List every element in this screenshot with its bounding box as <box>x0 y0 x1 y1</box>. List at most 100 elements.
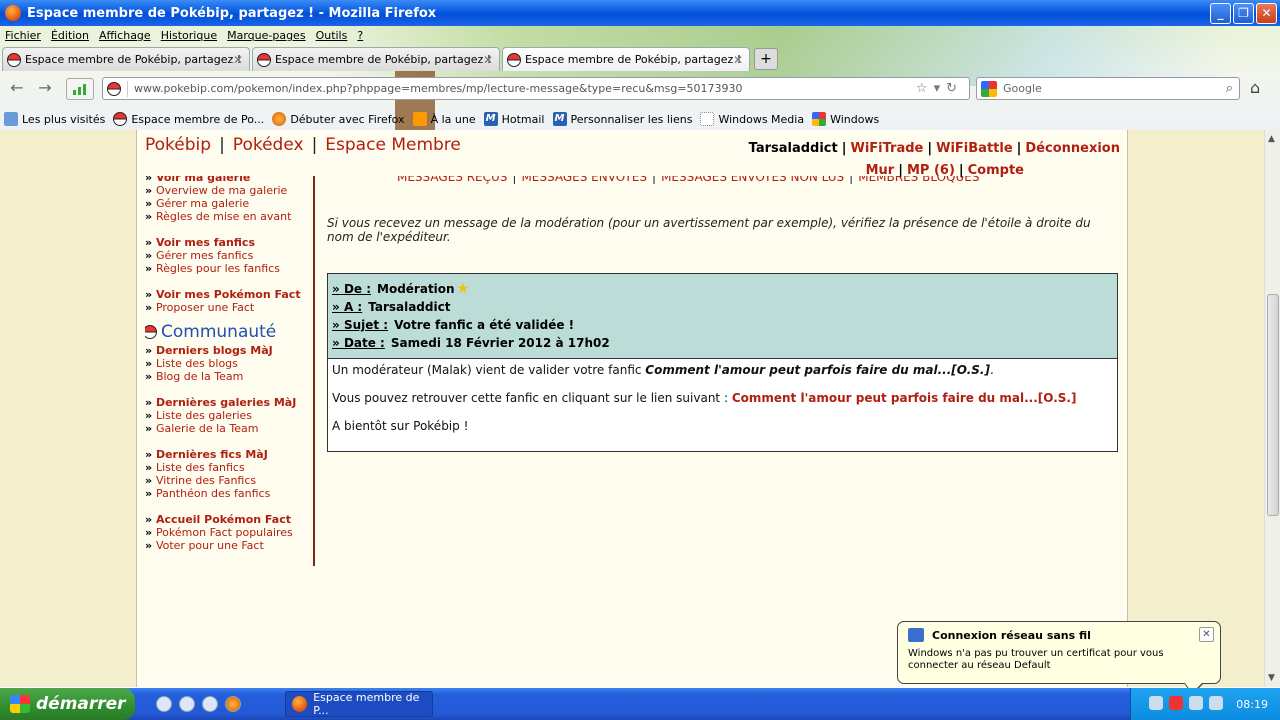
desktop-icon[interactable] <box>179 696 195 712</box>
pokeball-icon <box>507 52 521 67</box>
search-icon[interactable]: ⌕ <box>1226 81 1233 96</box>
sidebar-item[interactable]: Gérer mes fanfics <box>145 249 313 262</box>
url-bar[interactable]: www.pokebip.com/pokemon/index.php?phppag… <box>102 77 970 100</box>
close-tab-icon[interactable]: ✕ <box>483 53 493 67</box>
forward-button[interactable]: → <box>34 78 56 100</box>
menu-edition[interactable]: Édition <box>46 29 94 47</box>
bookmark-debuter-firefox[interactable]: Débuter avec Firefox <box>272 112 405 126</box>
sidebar-item[interactable]: Gérer ma galerie <box>145 197 313 210</box>
start-button[interactable]: démarrer <box>0 688 135 720</box>
sidebar-item[interactable]: Vitrine des Fanfics <box>145 474 313 487</box>
close-window-button[interactable]: ✕ <box>1256 3 1277 24</box>
bookmark-personnaliser[interactable]: M Personnaliser les liens <box>552 112 692 126</box>
nav-pokedex[interactable]: Pokédex <box>233 135 304 155</box>
tab-membres-bloques[interactable]: MEMBRES BLOQUÉS <box>858 176 979 184</box>
message-tabs: MESSAGES REÇUS | MESSAGES ENVOYÉS | MESSAGES… <box>397 176 979 188</box>
scroll-down-icon[interactable]: ▼ <box>1268 673 1275 683</box>
message-content: Si vous recevez un message de la modérat… <box>327 216 1118 452</box>
menu-affichage[interactable]: Affichage <box>94 29 156 47</box>
menu-help[interactable]: ? <box>352 29 368 47</box>
tab-messages-envoyes[interactable]: MESSAGES ENVOYÉS <box>521 176 647 184</box>
ie-icon[interactable] <box>156 696 172 712</box>
windows-icon <box>812 112 827 126</box>
scroll-thumb[interactable] <box>1267 294 1279 516</box>
tray-network-icon[interactable] <box>1189 696 1203 710</box>
tab-messages-non-lus[interactable]: MESSAGES ENVOYÉS NON LUS <box>661 176 844 184</box>
sidebar-item[interactable]: Panthéon des fanfics <box>145 487 313 500</box>
nav-pokebip[interactable]: Pokébip <box>145 135 211 155</box>
sidebar-item[interactable]: Voter pour une Fact <box>145 539 313 552</box>
bookmark-a-la-une[interactable]: À la une <box>412 112 476 126</box>
media-player-icon[interactable] <box>202 696 218 712</box>
menu-outils[interactable]: Outils <box>311 29 353 47</box>
network-notification-balloon[interactable]: Connexion réseau sans fil Windows n'a pa… <box>897 621 1221 695</box>
username[interactable]: Tarsaladdict <box>749 141 838 156</box>
tray-security-icon[interactable] <box>1169 696 1183 710</box>
bookmark-windows-media[interactable]: Windows Media <box>700 112 804 126</box>
to-value[interactable]: Tarsaladdict <box>368 300 450 314</box>
new-tab-button[interactable]: + <box>754 48 778 70</box>
pokeball-icon <box>113 112 128 126</box>
taskbar: démarrer Espace membre de P... 08:19 <box>0 688 1280 720</box>
system-tray: 08:19 <box>1130 688 1280 720</box>
menu-historique[interactable]: Historique <box>156 29 222 47</box>
signal-icon[interactable] <box>66 78 94 100</box>
sidebar-item[interactable]: Proposer une Fact <box>145 301 313 314</box>
tab-messages-recus[interactable]: MESSAGES REÇUS <box>397 176 507 184</box>
firefox-icon[interactable] <box>225 696 241 712</box>
navigation-toolbar: ← → www.pokebip.com/pokemon/index.php?ph… <box>0 75 1280 103</box>
nav-espace-membre[interactable]: Espace Membre <box>325 135 461 155</box>
balloon-title: Connexion réseau sans fil <box>932 628 1091 642</box>
search-box[interactable]: Google ⌕ <box>976 77 1240 100</box>
sidebar-item[interactable]: Galerie de la Team <box>145 422 313 435</box>
sidebar-item[interactable]: Liste des fanfics <box>145 461 313 474</box>
bookmark-espace-membre[interactable]: Espace membre de Po... <box>113 112 264 126</box>
scroll-up-icon[interactable]: ▲ <box>1268 134 1275 144</box>
browser-tab-active[interactable]: Espace membre de Pokébip, partagez ! ✕ <box>502 47 750 71</box>
back-button[interactable]: ← <box>6 78 28 100</box>
minimize-button[interactable]: _ <box>1210 3 1231 24</box>
firefox-icon <box>5 5 21 21</box>
close-balloon-icon[interactable]: ✕ <box>1199 627 1214 642</box>
google-icon[interactable] <box>981 80 997 97</box>
bookmark-windows[interactable]: Windows <box>812 112 879 126</box>
sidebar-item[interactable]: Overview de ma galerie <box>145 184 313 197</box>
sidebar-item[interactable]: Derniers blogs MàJ <box>145 344 313 357</box>
home-icon[interactable]: ⌂ <box>1250 78 1260 97</box>
bookmark-most-visited[interactable]: Les plus visités <box>4 112 105 126</box>
sidebar-item[interactable]: Accueil Pokémon Fact <box>145 513 313 526</box>
sidebar-item[interactable]: Règles de mise en avant <box>145 210 313 223</box>
menu-fichier[interactable]: Fichier <box>0 29 46 47</box>
close-tab-icon[interactable]: ✕ <box>233 53 243 67</box>
link-wifitrade[interactable]: WiFiTrade <box>850 141 923 156</box>
page-icon <box>700 112 715 126</box>
sidebar-item[interactable]: Pokémon Fact populaires <box>145 526 313 539</box>
sidebar-item[interactable]: Liste des galeries <box>145 409 313 422</box>
sidebar: Voir ma galerie Overview de ma galerie G… <box>145 176 315 566</box>
sidebar-item[interactable]: Voir ma galerie <box>145 176 313 184</box>
sidebar-item[interactable]: Voir mes fanfics <box>145 236 313 249</box>
taskbar-firefox-item[interactable]: Espace membre de P... <box>285 691 433 717</box>
sidebar-item[interactable]: Liste des blogs <box>145 357 313 370</box>
sidebar-item[interactable]: Dernières fics MàJ <box>145 448 313 461</box>
from-value[interactable]: Modération <box>377 282 455 296</box>
menu-marque-pages[interactable]: Marque-pages <box>222 29 310 47</box>
bookmark-hotmail[interactable]: M Hotmail <box>483 112 545 126</box>
folder-icon <box>4 112 18 126</box>
sidebar-item[interactable]: Blog de la Team <box>145 370 313 383</box>
tray-wireless-icon[interactable] <box>1209 696 1223 710</box>
fanfic-link[interactable]: Comment l'amour peut parfois faire du ma… <box>732 391 1077 405</box>
msn-icon: M <box>552 112 567 126</box>
sidebar-item[interactable]: Dernières galeries MàJ <box>145 396 313 409</box>
tray-expand-icon[interactable] <box>1149 696 1163 710</box>
maximize-button[interactable]: ❐ <box>1233 3 1254 24</box>
link-wifibattle[interactable]: WiFiBattle <box>936 141 1013 156</box>
link-deconnexion[interactable]: Déconnexion <box>1025 141 1120 156</box>
sidebar-item[interactable]: Voir mes Pokémon Fact <box>145 288 313 301</box>
bookmark-star-icon[interactable]: ☆▾↻ <box>916 81 963 96</box>
browser-tab[interactable]: Espace membre de Pokébip, partagez ! ✕ <box>252 47 500 71</box>
page-scrollbar[interactable]: ▲ ▼ <box>1264 130 1280 687</box>
browser-tab[interactable]: Espace membre de Pokébip, partagez ! ✕ <box>2 47 250 71</box>
close-tab-icon[interactable]: ✕ <box>733 53 743 67</box>
sidebar-item[interactable]: Règles pour les fanfics <box>145 262 313 275</box>
